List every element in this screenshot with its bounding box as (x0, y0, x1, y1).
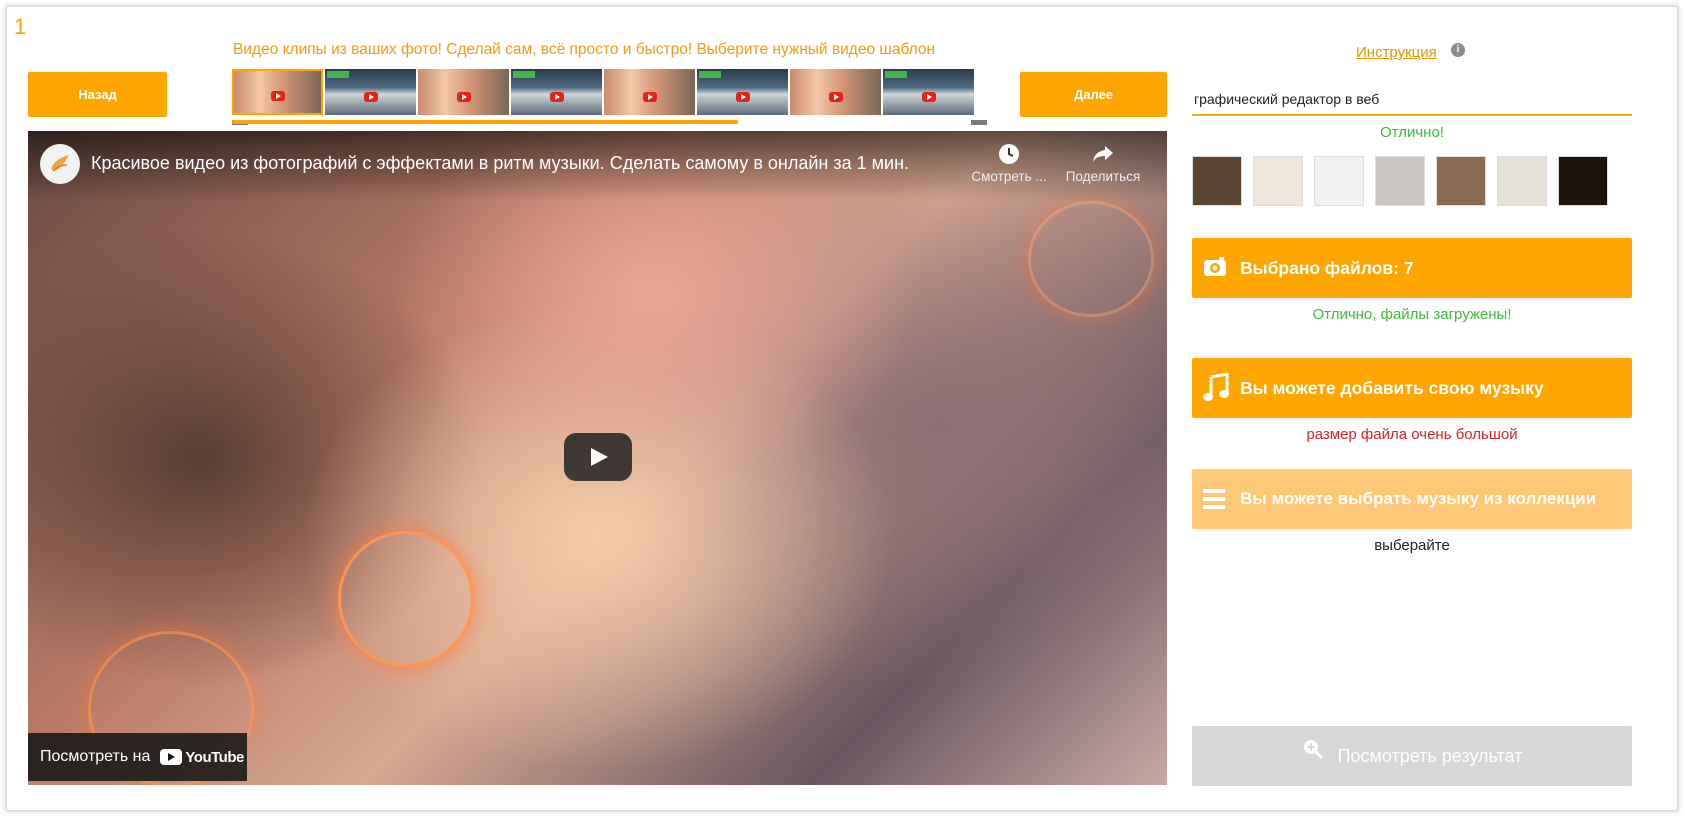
video-header: Красивое видео из фотографий с эффектами… (28, 131, 1167, 201)
watch-later-label: Смотреть ... (971, 169, 1047, 184)
template-thumbnail[interactable] (511, 69, 602, 115)
youtube-wordmark: YouTube (185, 748, 244, 766)
magnifier-plus-icon (1303, 740, 1323, 760)
search-result-thumbnail[interactable] (1558, 156, 1608, 206)
camera-icon (1204, 257, 1226, 276)
youtube-play-icon (642, 91, 657, 102)
music-note-icon (1203, 373, 1229, 401)
music-collection-label: Вы можете выбрать музыку из коллекции (1240, 489, 1597, 508)
scroll-right-arrow[interactable] (971, 120, 987, 125)
play-button[interactable] (564, 433, 632, 481)
music-status: размер файла очень большой (1306, 426, 1518, 443)
search-input[interactable] (1192, 84, 1632, 116)
instruction-link[interactable]: Инструкция (1356, 44, 1437, 61)
search-result-thumbnail[interactable] (1375, 156, 1425, 206)
template-carousel (232, 68, 987, 118)
watch-on-youtube-button[interactable]: Посмотреть на YouTube (28, 733, 247, 781)
watch-on-label: Посмотреть на (40, 748, 151, 765)
search-result-thumbnail[interactable] (1436, 156, 1486, 206)
channel-avatar[interactable] (40, 144, 80, 184)
template-thumbnail[interactable] (604, 69, 695, 115)
view-result-button[interactable]: Посмотреть результат (1192, 726, 1632, 786)
video-title[interactable]: Красивое видео из фотографий с эффектами… (91, 153, 909, 174)
heart-decoration (1028, 201, 1154, 317)
files-status: Отлично, файлы загружены! (1312, 306, 1512, 323)
next-button[interactable]: Далее (1020, 72, 1167, 117)
youtube-play-icon (363, 91, 378, 102)
search-results (1192, 156, 1632, 208)
info-icon[interactable]: i (1451, 43, 1465, 57)
template-thumbnail[interactable] (418, 69, 509, 115)
youtube-play-icon (921, 91, 936, 102)
youtube-play-icon (270, 91, 285, 102)
step-number: 1 (14, 14, 27, 39)
watch-later-button[interactable]: Смотреть ... (964, 143, 1054, 184)
share-label: Поделиться (1065, 169, 1141, 184)
video-player[interactable]: Красивое видео из фотографий с эффектами… (28, 131, 1167, 785)
template-thumbnail[interactable] (883, 69, 974, 115)
share-button[interactable]: Поделиться (1058, 143, 1148, 184)
search-status: Отлично! (1380, 124, 1444, 141)
youtube-play-icon (828, 91, 843, 102)
collection-status: выберайте (1374, 537, 1450, 554)
scrollbar-thumb[interactable] (232, 120, 738, 124)
select-files-button[interactable]: Выбрано файлов: 7 (1192, 238, 1632, 298)
clock-icon (999, 144, 1019, 164)
select-files-label: Выбрано файлов: 7 (1240, 257, 1414, 278)
youtube-logo: YouTube (160, 748, 244, 766)
list-icon (1203, 489, 1225, 509)
search-result-thumbnail[interactable] (1192, 156, 1242, 206)
youtube-play-icon (160, 749, 183, 765)
template-thumbnail[interactable] (790, 69, 881, 115)
back-button[interactable]: Назад (28, 72, 167, 117)
search-result-thumbnail[interactable] (1314, 156, 1364, 206)
template-thumbnail[interactable] (232, 69, 323, 115)
add-music-label: Вы можете добавить свою музыку (1240, 377, 1544, 398)
youtube-play-icon (735, 91, 750, 102)
youtube-play-icon (456, 91, 471, 102)
youtube-play-icon (549, 91, 564, 102)
search-result-thumbnail[interactable] (1253, 156, 1303, 206)
carousel-scrollbar[interactable] (232, 120, 987, 125)
page-tagline: Видео клипы из ваших фото! Сделай сам, в… (233, 41, 936, 58)
template-thumbnail[interactable] (697, 69, 788, 115)
search-result-thumbnail[interactable] (1497, 156, 1547, 206)
share-arrow-icon (1093, 146, 1113, 162)
add-music-button[interactable]: Вы можете добавить свою музыку (1192, 358, 1632, 418)
view-result-label: Посмотреть результат (1337, 745, 1523, 766)
dove-logo-icon (51, 155, 69, 172)
heart-decoration (338, 531, 474, 667)
template-thumbnail[interactable] (325, 69, 416, 115)
music-collection-button[interactable]: Вы можете выбрать музыку из коллекции (1192, 469, 1632, 529)
